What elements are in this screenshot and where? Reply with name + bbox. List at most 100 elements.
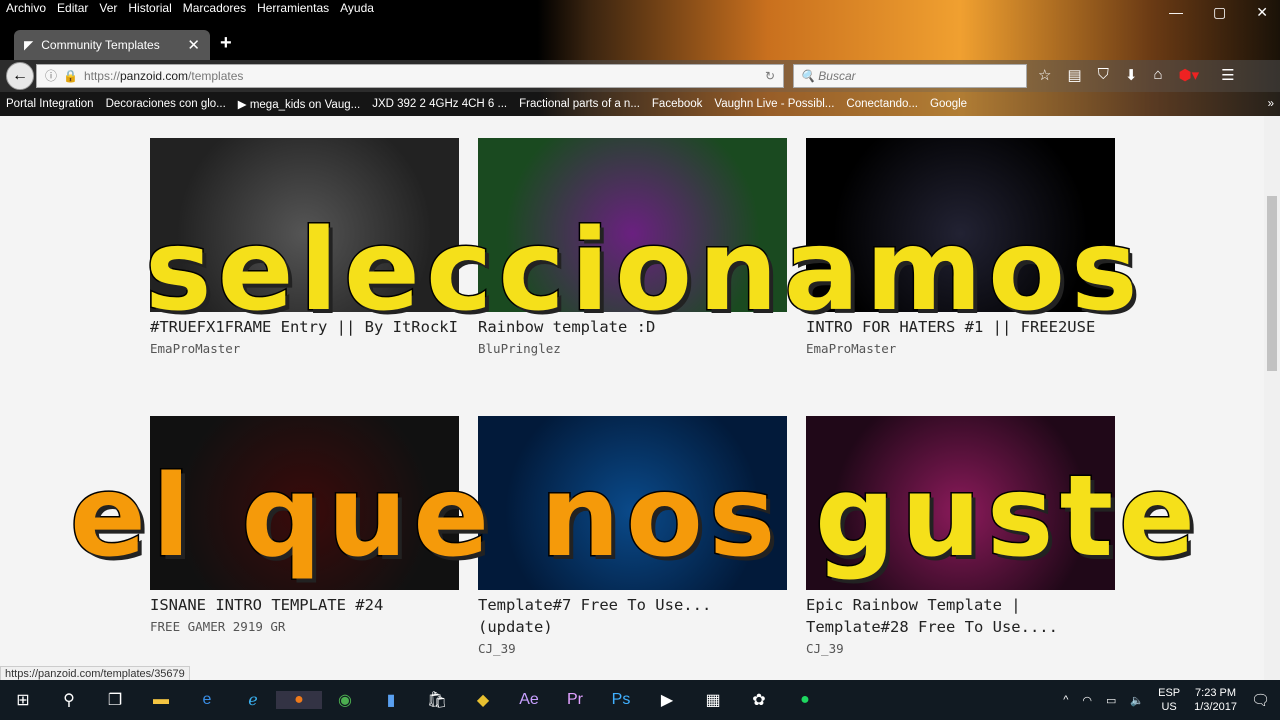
template-title[interactable]: ISNANE INTRO TEMPLATE #24 bbox=[150, 594, 459, 616]
template-author[interactable]: EmaProMaster bbox=[806, 341, 1115, 356]
bookmark-star-icon[interactable]: ☆ bbox=[1038, 66, 1051, 84]
template-author[interactable]: BluPringlez bbox=[478, 341, 787, 356]
info-icon[interactable]: ⓘ bbox=[45, 65, 57, 87]
menu-historial[interactable]: Historial bbox=[128, 1, 171, 15]
bookmark-item[interactable]: Vaughn Live - Possibl... bbox=[714, 98, 834, 110]
lang: ESP bbox=[1158, 687, 1181, 699]
bookmark-item[interactable]: Portal Integration bbox=[6, 98, 94, 110]
template-title[interactable]: #TRUEFX1FRAME Entry || By ItRockI bbox=[150, 316, 459, 338]
template-card[interactable]: INTRO FOR HATERS #1 || FREE2USE EmaProMas… bbox=[806, 138, 1115, 356]
menu-ver[interactable]: Ver bbox=[99, 1, 117, 15]
close-window-icon[interactable]: ✕ bbox=[1256, 4, 1268, 21]
app-icon[interactable]: ▮ bbox=[368, 690, 414, 710]
search-taskbar-icon[interactable]: ⚲ bbox=[46, 690, 92, 710]
tray-chevron-icon[interactable]: ^ bbox=[1063, 694, 1068, 706]
language-indicator[interactable]: ESP US bbox=[1158, 686, 1180, 714]
search-placeholder: Buscar bbox=[818, 69, 856, 83]
url-path: /templates bbox=[188, 69, 244, 83]
template-title[interactable]: Rainbow template :D bbox=[478, 316, 787, 338]
template-author[interactable]: CJ_39 bbox=[806, 641, 1115, 656]
bookmark-item[interactable]: Fractional parts of a n... bbox=[519, 98, 640, 110]
app-icon[interactable]: ✿ bbox=[736, 690, 782, 710]
windows-taskbar: ⊞ ⚲ ❐ ▬ e ℯ ● ◉ ▮ 🛍 ◆ Ae Pr Ps ▶ ▦ ✿ ● ^… bbox=[0, 680, 1280, 720]
menu-ayuda[interactable]: Ayuda bbox=[340, 1, 374, 15]
template-author[interactable]: EmaProMaster bbox=[150, 341, 459, 356]
scrollbar-thumb[interactable] bbox=[1267, 196, 1277, 371]
search-input[interactable]: 🔍 Buscar bbox=[793, 64, 1027, 88]
template-thumbnail[interactable] bbox=[478, 138, 787, 312]
template-title[interactable]: INTRO FOR HATERS #1 || FREE2USE bbox=[806, 316, 1115, 338]
chrome-icon[interactable]: ◉ bbox=[322, 690, 368, 710]
start-icon[interactable]: ⊞ bbox=[0, 690, 46, 710]
pocket-icon[interactable]: ⛉ bbox=[1098, 66, 1109, 84]
menu-bar: Archivo Editar Ver Historial Marcadores … bbox=[6, 1, 374, 15]
notifications-icon[interactable]: 🗨 bbox=[1251, 691, 1270, 709]
tab-community-templates[interactable]: ◤ Community Templates ✕ bbox=[14, 30, 210, 60]
date: 1/3/2017 bbox=[1194, 701, 1237, 713]
url-prefix: https:// bbox=[83, 69, 120, 83]
template-author[interactable]: CJ_39 bbox=[478, 641, 787, 656]
bookmark-item[interactable]: ▶ mega_kids on Vaug... bbox=[238, 97, 360, 111]
template-title[interactable]: Epic Rainbow Template | Template#28 Free… bbox=[806, 594, 1115, 638]
template-card[interactable]: Rainbow template :D BluPringlez bbox=[478, 138, 787, 356]
calculator-icon[interactable]: ▦ bbox=[690, 690, 736, 710]
store-icon[interactable]: 🛍 bbox=[414, 690, 460, 710]
template-card[interactable]: #TRUEFX1FRAME Entry || By ItRockI EmaProM… bbox=[150, 138, 459, 356]
url-bar[interactable]: ⓘ 🔒 https://panzoid.com/templates ↻ bbox=[36, 64, 784, 88]
template-card[interactable]: ISNANE INTRO TEMPLATE #24 FREE GAMER 2919… bbox=[150, 416, 459, 634]
app-icon[interactable]: ▶ bbox=[644, 690, 690, 710]
template-thumbnail[interactable] bbox=[806, 138, 1115, 312]
home-icon[interactable]: ⌂ bbox=[1153, 66, 1162, 84]
close-tab-icon[interactable]: ✕ bbox=[187, 36, 200, 54]
menu-herramientas[interactable]: Herramientas bbox=[257, 1, 329, 15]
panzoid-favicon-icon: ◤ bbox=[24, 38, 34, 52]
firefox-icon[interactable]: ● bbox=[276, 691, 322, 709]
template-title[interactable]: Template#7 Free To Use... (update) bbox=[478, 594, 787, 638]
clock[interactable]: 7:23 PM 1/3/2017 bbox=[1194, 686, 1237, 714]
bookmark-item[interactable]: Decoraciones con glo... bbox=[106, 98, 226, 110]
minimize-icon[interactable]: — bbox=[1169, 4, 1183, 21]
new-tab-button[interactable]: + bbox=[220, 32, 232, 55]
lock-icon: 🔒 bbox=[63, 69, 78, 83]
bookmark-item[interactable]: Google bbox=[930, 98, 967, 110]
vertical-scrollbar[interactable] bbox=[1264, 116, 1280, 680]
time: 7:23 PM bbox=[1195, 687, 1237, 699]
menu-editar[interactable]: Editar bbox=[57, 1, 88, 15]
template-thumbnail[interactable] bbox=[150, 416, 459, 590]
hamburger-menu-icon[interactable]: ☰ bbox=[1221, 66, 1234, 84]
template-author[interactable]: FREE GAMER 2919 GR bbox=[150, 619, 459, 634]
download-icon[interactable]: ⬇ bbox=[1125, 66, 1138, 84]
internet-explorer-icon[interactable]: ℯ bbox=[230, 690, 276, 710]
edge-icon[interactable]: e bbox=[184, 691, 230, 709]
layout: US bbox=[1161, 701, 1177, 713]
file-explorer-icon[interactable]: ▬ bbox=[138, 691, 184, 709]
battery-icon[interactable]: ▭ bbox=[1106, 694, 1116, 707]
tab-title: Community Templates bbox=[41, 38, 160, 52]
template-thumbnail[interactable] bbox=[150, 138, 459, 312]
premiere-icon[interactable]: Pr bbox=[552, 691, 598, 709]
template-thumbnail[interactable] bbox=[478, 416, 787, 590]
template-card[interactable]: Template#7 Free To Use... (update) CJ_39 bbox=[478, 416, 787, 656]
bookmark-item[interactable]: Conectando... bbox=[846, 98, 918, 110]
back-button[interactable]: ← bbox=[6, 62, 34, 90]
more-bookmarks-icon[interactable]: » bbox=[1268, 98, 1274, 110]
navigation-bar: ← ⓘ 🔒 https://panzoid.com/templates ↻ 🔍 … bbox=[0, 60, 1280, 92]
after-effects-icon[interactable]: Ae bbox=[506, 691, 552, 709]
adblock-icon[interactable]: ⬢▾ bbox=[1179, 66, 1200, 84]
template-thumbnail[interactable] bbox=[806, 416, 1115, 590]
task-view-icon[interactable]: ❐ bbox=[92, 690, 138, 710]
photoshop-icon[interactable]: Ps bbox=[598, 691, 644, 709]
reading-list-icon[interactable]: ▤ bbox=[1067, 66, 1081, 84]
network-icon[interactable]: ◠ bbox=[1082, 694, 1092, 707]
menu-marcadores[interactable]: Marcadores bbox=[183, 1, 246, 15]
maximize-icon[interactable]: ▢ bbox=[1213, 4, 1226, 21]
bookmark-item[interactable]: JXD 392 2 4GHz 4CH 6 ... bbox=[372, 98, 507, 110]
app-icon[interactable]: ◆ bbox=[460, 690, 506, 710]
reload-icon[interactable]: ↻ bbox=[765, 65, 775, 87]
bookmark-item[interactable]: Facebook bbox=[652, 98, 703, 110]
spotify-icon[interactable]: ● bbox=[782, 691, 828, 709]
menu-archivo[interactable]: Archivo bbox=[6, 1, 46, 15]
browser-chrome: Archivo Editar Ver Historial Marcadores … bbox=[0, 0, 1280, 116]
volume-icon[interactable]: 🔈 bbox=[1130, 694, 1144, 707]
template-card[interactable]: Epic Rainbow Template | Template#28 Free… bbox=[806, 416, 1115, 656]
